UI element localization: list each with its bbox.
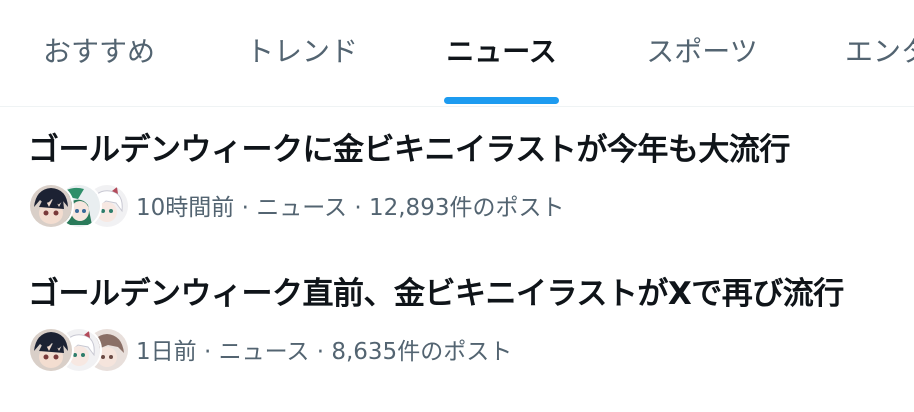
news-headline: ゴールデンウィーク直前、金ビキニイラストがXで再び流行 — [28, 276, 844, 312]
tab-label: スポーツ — [646, 35, 758, 68]
news-item[interactable]: ゴールデンウィーク直前、金ビキニイラストがXで再び流行 1日前 · ニュース ·… — [28, 272, 908, 373]
tab-label: トレンド — [245, 35, 358, 68]
tab-for-you[interactable]: おすすめ — [38, 0, 160, 106]
avatar — [28, 327, 74, 373]
news-headline: ゴールデンウィークに金ビキニイラストが今年も大流行 — [28, 132, 790, 168]
news-meta-row: 10時間前 · ニュース · 12,893件のポスト — [28, 183, 908, 229]
tab-news[interactable]: ニュース — [444, 0, 559, 106]
avatar-stack — [28, 183, 130, 229]
tab-label: おすすめ — [42, 35, 155, 68]
tab-label: ニュース — [446, 35, 557, 68]
avatar-stack — [28, 327, 130, 373]
news-item[interactable]: ゴールデンウィークに金ビキニイラストが今年も大流行 10時間前 · ニュース ·… — [28, 128, 908, 229]
active-tab-indicator — [444, 97, 559, 104]
explore-tab-bar: おすすめ トレンド ニュース スポーツ エンタ — [0, 0, 914, 107]
tab-trending[interactable]: トレンド — [243, 0, 361, 106]
avatar — [28, 183, 74, 229]
news-meta-row: 1日前 · ニュース · 8,635件のポスト — [28, 327, 908, 373]
tab-sports[interactable]: スポーツ — [640, 0, 764, 106]
news-meta-text: 1日前 · ニュース · 8,635件のポスト — [136, 339, 513, 365]
news-meta-text: 10時間前 · ニュース · 12,893件のポスト — [136, 195, 565, 221]
tab-entertainment[interactable]: エンタ — [845, 0, 914, 106]
tab-label: エンタ — [845, 35, 914, 68]
